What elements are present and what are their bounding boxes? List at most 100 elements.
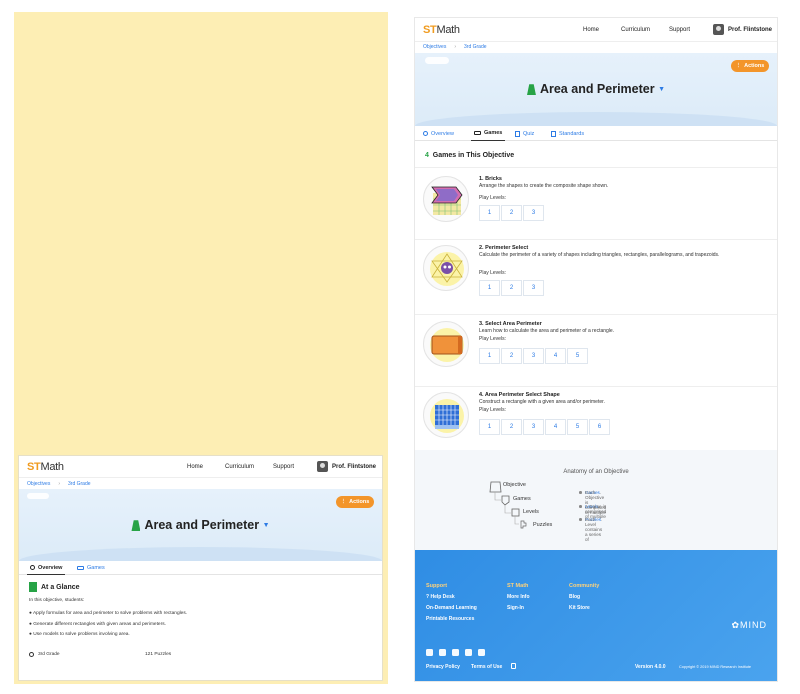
mind-leaf-icon: ✿ xyxy=(731,620,740,630)
user-name: Prof. Flintstone xyxy=(728,26,772,33)
top-navigation-bar: STMath Home Curriculum Support Prof. Fli… xyxy=(19,456,382,478)
vertical-dots-icon: ⋮ xyxy=(735,63,742,69)
play-levels-label: Play Levels: xyxy=(479,270,506,276)
game-title[interactable]: 4. Area Perimeter Select Shape xyxy=(479,392,560,398)
linkedin-icon[interactable] xyxy=(452,649,459,656)
st-math-logo[interactable]: STMath xyxy=(423,24,460,36)
select-area-perimeter-game-thumbnail[interactable] xyxy=(423,321,469,367)
nav-home-link[interactable]: Home xyxy=(187,464,203,470)
facebook-icon[interactable] xyxy=(426,649,433,656)
twitter-icon[interactable] xyxy=(439,649,446,656)
tab-games[interactable]: Games xyxy=(77,561,105,575)
actions-button[interactable]: ⋮ Actions xyxy=(336,496,374,508)
play-levels-label: Play Levels: xyxy=(479,195,506,201)
level-button[interactable]: 2 xyxy=(501,348,522,364)
info-icon xyxy=(30,565,35,570)
instagram-icon[interactable] xyxy=(465,649,472,656)
bricks-game-thumbnail[interactable] xyxy=(423,176,469,222)
breadcrumb-grade[interactable]: 3rd Grade xyxy=(464,44,487,50)
level-button[interactable]: 2 xyxy=(501,205,522,221)
caret-down-icon[interactable]: ▼ xyxy=(658,86,665,93)
accessibility-icon[interactable] xyxy=(511,663,516,669)
footer-version: Version 4.0.0 xyxy=(635,664,666,670)
puzzle-count: 121 Puzzles xyxy=(145,652,172,657)
game-title[interactable]: 2. Perimeter Select xyxy=(479,245,528,251)
breadcrumb-objectives[interactable]: Objectives xyxy=(423,44,446,50)
level-button[interactable]: 1 xyxy=(479,205,500,221)
breadcrumb-grade[interactable]: 3rd Grade xyxy=(68,481,91,487)
tab-games[interactable]: Games xyxy=(471,126,506,141)
list-item: ● Generate different rectangles with giv… xyxy=(29,621,166,627)
footer-link-privacy-policy[interactable]: Privacy Policy xyxy=(426,664,460,670)
level-button[interactable]: 5 xyxy=(567,348,588,364)
level-button[interactable]: 2 xyxy=(501,419,522,435)
actions-button[interactable]: ⋮ Actions xyxy=(731,60,769,72)
footer-copyright: Copyright © 2019 MIND Research Institute xyxy=(679,665,752,669)
level-button[interactable]: 1 xyxy=(479,419,500,435)
level-button[interactable]: 4 xyxy=(545,348,566,364)
games-section-title: 4 Games in This Objective xyxy=(425,152,515,159)
level-button[interactable]: 5 xyxy=(567,419,588,435)
youtube-icon[interactable] xyxy=(478,649,485,656)
tab-overview[interactable]: Overview xyxy=(423,126,454,141)
cloud-decoration xyxy=(425,57,449,64)
level-button[interactable]: 1 xyxy=(479,280,500,296)
objective-tabs: Overview Games xyxy=(19,561,382,575)
level-button[interactable]: 2 xyxy=(501,280,522,296)
game-title[interactable]: 3. Select Area Perimeter xyxy=(479,321,542,327)
user-menu[interactable]: Prof. Flintstone xyxy=(317,461,376,472)
level-button[interactable]: 3 xyxy=(523,205,544,221)
anatomy-bullet: Each Level contains a series of Puzzles. xyxy=(585,517,603,542)
anatomy-bullet: A Game is comprised of multiple Levels. xyxy=(585,504,607,519)
breadcrumb-objectives[interactable]: Objectives xyxy=(27,481,50,487)
level-button[interactable]: 6 xyxy=(589,419,610,435)
info-icon xyxy=(423,131,428,136)
wave-decoration xyxy=(415,112,777,126)
page-title: Area and Perimeter ▼ xyxy=(19,518,382,532)
site-footer: Support ? Help Desk On-Demand Learning P… xyxy=(415,550,777,681)
level-button[interactable]: 3 xyxy=(523,419,544,435)
overview-screenshot: STMath Home Curriculum Support Prof. Fli… xyxy=(19,456,382,680)
tab-quiz[interactable]: Quiz xyxy=(515,126,534,141)
caret-down-icon[interactable]: ▼ xyxy=(263,522,270,529)
footer-link-sign-in[interactable]: Sign-In xyxy=(507,605,524,611)
game-card-select-area-perimeter: 3. Select Area Perimeter Learn how to ca… xyxy=(415,317,777,387)
level-button[interactable]: 4 xyxy=(545,419,566,435)
level-button[interactable]: 3 xyxy=(523,348,544,364)
footer-link-terms-of-use[interactable]: Terms of Use xyxy=(471,664,502,670)
nav-support-link[interactable]: Support xyxy=(669,27,690,33)
tab-overview[interactable]: Overview xyxy=(27,561,66,575)
game-title[interactable]: 1. Bricks xyxy=(479,176,502,182)
footer-link-more-info[interactable]: More Info xyxy=(507,594,530,600)
nav-support-link[interactable]: Support xyxy=(273,464,294,470)
level-button[interactable]: 3 xyxy=(523,280,544,296)
footer-link-on-demand-learning[interactable]: On-Demand Learning xyxy=(426,605,477,611)
level-button[interactable]: 1 xyxy=(479,348,500,364)
tab-standards[interactable]: Standards xyxy=(551,126,584,141)
level-buttons: 1 2 3 4 5 6 xyxy=(479,419,611,435)
footer-link-printable-resources[interactable]: Printable Resources xyxy=(426,616,474,622)
footer-link-blog[interactable]: Blog xyxy=(569,594,580,600)
nav-curriculum-link[interactable]: Curriculum xyxy=(225,464,254,470)
footer-link-help-desk[interactable]: ? Help Desk xyxy=(426,594,455,600)
st-math-logo[interactable]: STMath xyxy=(27,461,64,473)
user-menu[interactable]: Prof. Flintstone xyxy=(713,24,772,35)
left-panel-background: STMath Home Curriculum Support Prof. Fli… xyxy=(14,12,388,684)
nav-home-link[interactable]: Home xyxy=(583,27,599,33)
perimeter-select-game-thumbnail[interactable] xyxy=(423,245,469,291)
objective-hero: ⋮ Actions Area and Perimeter ▼ xyxy=(19,489,382,561)
area-perimeter-select-shape-game-thumbnail[interactable] xyxy=(423,392,469,438)
anatomy-games-label: Games xyxy=(513,496,531,502)
list-item: ● Apply formulas for area and perimeter … xyxy=(29,611,188,616)
standards-doc-icon xyxy=(551,130,556,137)
mind-logo[interactable]: ✿MIND xyxy=(731,620,767,631)
footer-link-kit-store[interactable]: Kit Store xyxy=(569,605,590,611)
footer-community-heading: Community xyxy=(569,583,600,589)
overview-bullet-list: ● Apply formulas for area and perimeter … xyxy=(29,609,187,641)
nav-curriculum-link[interactable]: Curriculum xyxy=(621,27,650,33)
game-description: Learn how to calculate the area and peri… xyxy=(479,328,615,334)
top-navigation-bar: STMath Home Curriculum Support Prof. Fli… xyxy=(415,18,777,42)
breadcrumb: Objectives › 3rd Grade xyxy=(27,481,91,487)
breadcrumb: Objectives › 3rd Grade xyxy=(423,44,487,50)
game-description: Calculate the perimeter of a variety of … xyxy=(479,252,720,258)
